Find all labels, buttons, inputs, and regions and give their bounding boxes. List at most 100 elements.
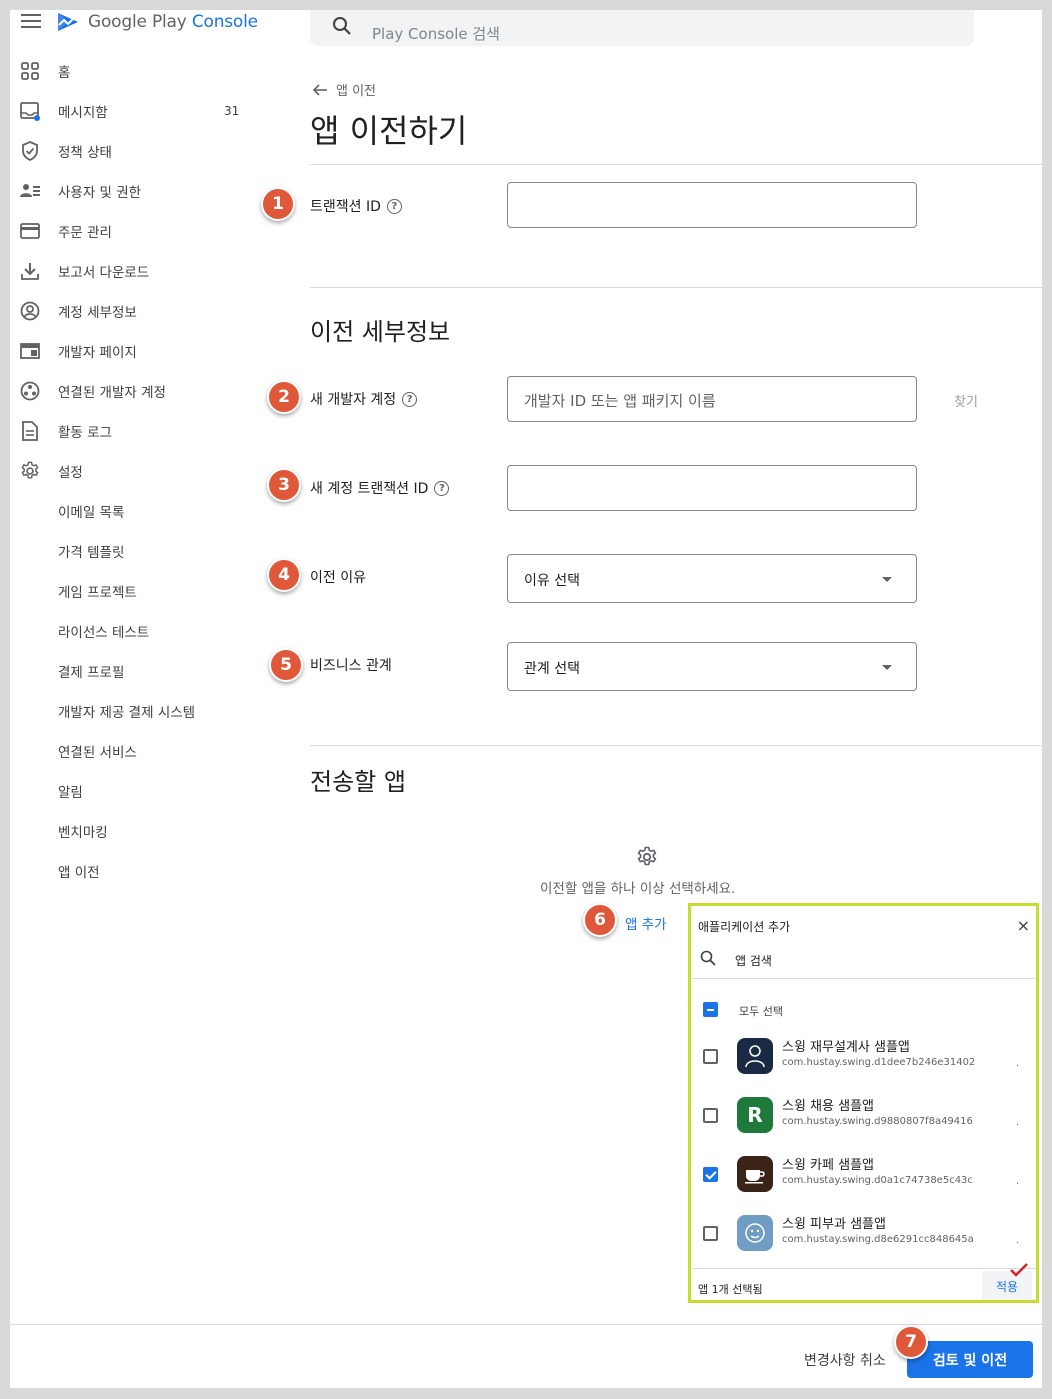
new-transaction-id-label: 새 계정 트랜잭션 ID? [310, 478, 450, 498]
step-badge: 3 [267, 468, 301, 502]
sidebar-item-label: 연결된 개발자 계정 [58, 385, 166, 401]
discard-changes-button[interactable]: 변경사항 취소 [804, 1350, 886, 1370]
review-and-transfer-label: 검토 및 이전 [932, 1352, 1008, 1369]
find-button[interactable]: 찾기 [954, 391, 978, 410]
app-checkbox[interactable] [703, 1226, 718, 1241]
sidebar-subitem-license-testing[interactable]: 라이선스 테스트 [10, 615, 260, 647]
sidebar-subitem-price-templates[interactable]: 가격 템플릿 [10, 535, 260, 567]
help-icon[interactable]: ? [386, 198, 402, 214]
new-account-label-text: 새 개발자 계정 [310, 392, 397, 408]
gear-icon [20, 461, 40, 481]
sidebar-subitem-payments-profile[interactable]: 결제 프로필 [10, 655, 260, 687]
sidebar-item-label: 연결된 서비스 [58, 745, 137, 761]
footer-divider [10, 1324, 1042, 1325]
input-placeholder: 개발자 ID 또는 앱 패키지 이름 [524, 392, 716, 410]
transfer-reason-select[interactable]: 이유 선택 [507, 554, 917, 603]
sidebar-subitem-notifications[interactable]: 알림 [10, 775, 260, 807]
app-package: com.hustay.swing.d1dee7b246e31402 [782, 1057, 976, 1068]
new-transaction-id-input[interactable] [507, 465, 917, 511]
sidebar-item-label: 결제 프로필 [58, 665, 125, 681]
sidebar-item-label: 개발자 페이지 [58, 345, 137, 361]
app-package: com.hustay.swing.d0a1c74738e5c43c [782, 1175, 973, 1186]
sidebar-item-settings[interactable]: 설정 [10, 455, 260, 487]
select-all-label: 모두 선택 [739, 1005, 783, 1018]
log-icon [20, 421, 40, 441]
apply-button-label: 적용 [995, 1279, 1019, 1294]
more-indicator: . [1016, 1235, 1020, 1246]
help-icon[interactable]: ? [434, 480, 450, 496]
app-list-item[interactable]: 스윙 재무설계사 샘플앱 com.hustay.swing.d1dee7b246… [691, 1032, 1036, 1091]
search-bar[interactable]: Play Console 검색 [310, 10, 974, 46]
app-icon [737, 1038, 773, 1074]
download-icon [20, 261, 40, 281]
sidebar-item-inbox[interactable]: 메시지함 31 [10, 95, 260, 127]
shield-icon [20, 141, 40, 161]
search-input[interactable]: Play Console 검색 [372, 23, 500, 44]
app-search-input[interactable]: 앱 검색 [735, 952, 772, 969]
app-name: 스윙 재무설계사 샘플앱 [782, 1040, 910, 1055]
new-transaction-id-label-text: 새 계정 트랜잭션 ID [310, 481, 429, 497]
app-checkbox[interactable] [703, 1108, 718, 1123]
breadcrumb: 앱 이전 [336, 84, 377, 99]
sidebar-subitem-alt-billing[interactable]: 개발자 제공 결제 시스템 [10, 695, 260, 727]
app-list-item[interactable]: R 스윙 채용 샘플앱 com.hustay.swing.d9880807f8a… [691, 1091, 1036, 1150]
close-icon[interactable]: × [1017, 916, 1030, 935]
app-icon [737, 1215, 773, 1251]
new-developer-account-input[interactable]: 개발자 ID 또는 앱 패키지 이름 [507, 376, 917, 422]
sidebar-item-label: 이메일 목록 [58, 505, 125, 521]
sidebar-subitem-linked-services[interactable]: 연결된 서비스 [10, 735, 260, 767]
sidebar-subitem-benchmarking[interactable]: 벤치마킹 [10, 815, 260, 847]
sidebar-item-users[interactable]: 사용자 및 권한 [10, 175, 260, 207]
step-badge: 4 [267, 558, 301, 592]
sidebar-item-policy[interactable]: 정책 상태 [10, 135, 260, 167]
new-account-label: 새 개발자 계정? [310, 389, 418, 409]
sidebar-subitem-app-transfer[interactable]: 앱 이전 [10, 855, 260, 887]
sidebar-item-activity-log[interactable]: 활동 로그 [10, 415, 260, 447]
message-count-badge: 31 [224, 104, 240, 118]
transfer-reason-label: 이전 이유 [310, 570, 366, 586]
breadcrumb-back[interactable]: 앱 이전 [312, 80, 376, 99]
sidebar-item-reports[interactable]: 보고서 다운로드 [10, 255, 260, 287]
sidebar-item-linked-accounts[interactable]: 연결된 개발자 계정 [10, 375, 260, 407]
step-badge: 7 [894, 1325, 928, 1359]
page-title: 앱 이전하기 [310, 112, 468, 150]
sidebar-item-account[interactable]: 계정 세부정보 [10, 295, 260, 327]
sidebar-subitem-game-projects[interactable]: 게임 프로젝트 [10, 575, 260, 607]
transaction-id-input[interactable] [507, 182, 917, 228]
sidebar-item-home[interactable]: 홈 [10, 55, 260, 87]
app-list-item[interactable]: 스윙 피부과 샘플앱 com.hustay.swing.d8e6291cc848… [691, 1209, 1036, 1268]
dropdown-caret-icon [882, 665, 892, 670]
app-name: 스윙 채용 샘플앱 [782, 1099, 874, 1114]
select-all-checkbox[interactable] [703, 1002, 718, 1017]
sidebar-item-label: 벤치마킹 [58, 825, 108, 841]
inbox-icon [20, 101, 40, 121]
sidebar-item-label: 알림 [58, 785, 83, 801]
app-list-item[interactable]: 스윙 카페 샘플앱 com.hustay.swing.d0a1c74738e5c… [691, 1150, 1036, 1209]
page-icon [20, 341, 40, 361]
app-checkbox[interactable] [703, 1167, 718, 1182]
menu-icon[interactable] [21, 14, 41, 30]
play-console-logo-icon [58, 13, 78, 31]
sidebar-item-orders[interactable]: 주문 관리 [10, 215, 260, 247]
step-badge: 5 [269, 648, 303, 682]
business-relation-select[interactable]: 관계 선택 [507, 642, 917, 691]
sidebar-subitem-email-lists[interactable]: 이메일 목록 [10, 495, 260, 527]
sidebar-item-label: 계정 세부정보 [58, 305, 137, 321]
app-package: com.hustay.swing.d8e6291cc848645a [782, 1234, 974, 1245]
sidebar-item-dev-page[interactable]: 개발자 페이지 [10, 335, 260, 367]
app-icon [737, 1156, 773, 1192]
add-app-link[interactable]: 앱 추가 [625, 913, 667, 933]
app-name: 스윙 피부과 샘플앱 [782, 1217, 886, 1232]
business-relation-label: 비즈니스 관계 [310, 658, 392, 674]
sidebar-item-label: 주문 관리 [58, 225, 112, 241]
sidebar-item-label: 사용자 및 권한 [58, 185, 142, 201]
more-indicator: . [1016, 1117, 1020, 1128]
app-checkbox[interactable] [703, 1049, 718, 1064]
transaction-id-label-text: 트랜잭션 ID [310, 199, 381, 215]
help-icon[interactable]: ? [402, 391, 418, 407]
users-icon [20, 181, 40, 201]
app-window: Google Play Console Play Console 검색 홈 메시… [10, 10, 1042, 1388]
step-badge: 1 [261, 187, 295, 221]
play-console-logo[interactable]: Google Play Console [56, 10, 258, 34]
sidebar-item-label: 설정 [58, 465, 83, 481]
